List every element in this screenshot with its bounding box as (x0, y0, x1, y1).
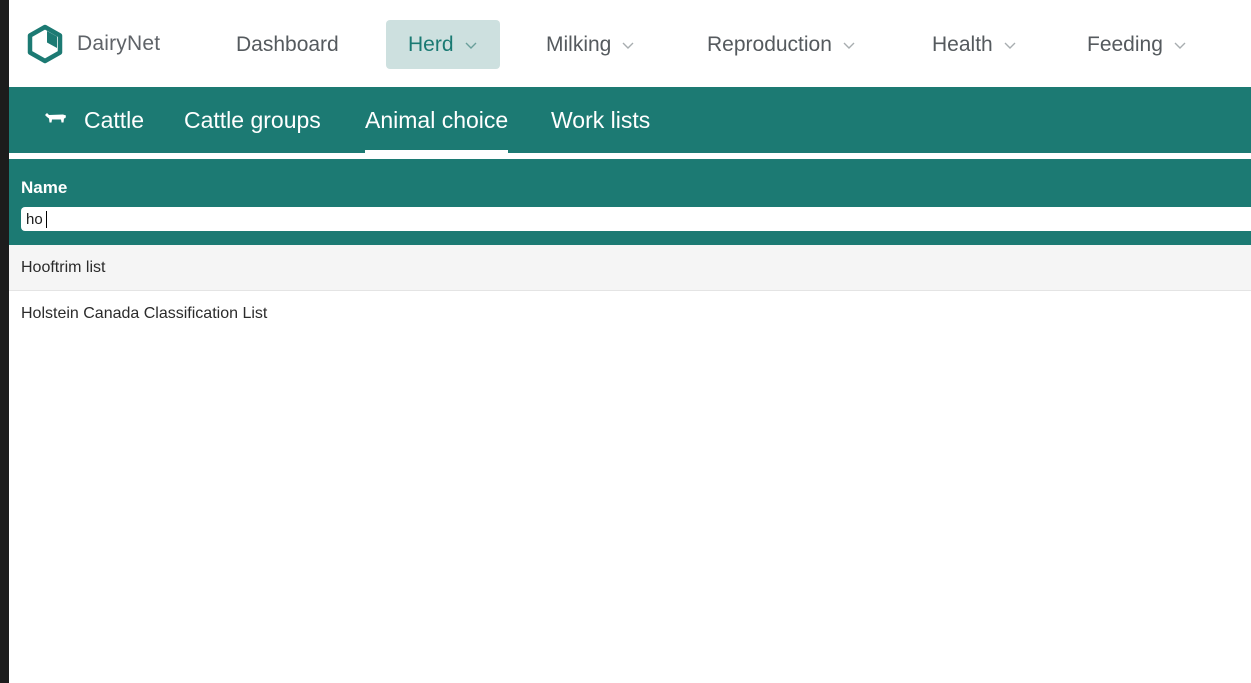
nav-feeding-label: Feeding (1087, 32, 1163, 56)
nav-herd-label: Herd (408, 32, 454, 56)
tab-divider (9, 153, 1251, 159)
list-item-label: Holstein Canada Classification List (21, 305, 268, 322)
tab-animal-choice[interactable]: Animal choice (365, 87, 509, 154)
chevron-down-icon (1174, 42, 1186, 49)
nav-dashboard[interactable]: Dashboard (236, 20, 339, 69)
chevron-down-icon (1004, 42, 1016, 49)
app-window: DairyNet Dashboard Herd Milking Reproduc… (9, 0, 1251, 683)
cow-icon (45, 113, 66, 123)
chevron-down-icon (465, 42, 477, 49)
nav-feeding[interactable]: Feeding (1087, 20, 1187, 69)
window-edge (0, 0, 9, 683)
nav-dashboard-label: Dashboard (236, 32, 339, 56)
list-item[interactable]: Holstein Canada Classification List (9, 291, 1251, 337)
tab-cattle-label: Cattle (84, 106, 145, 133)
nav-herd[interactable]: Herd (386, 20, 500, 69)
top-navigation: DairyNet Dashboard Herd Milking Reproduc… (9, 0, 1251, 87)
list-item[interactable]: Hooftrim list (9, 245, 1251, 291)
name-filter-input[interactable] (21, 207, 1251, 231)
name-column-header: Name (21, 178, 68, 197)
nav-milking-label: Milking (546, 32, 612, 56)
nav-health[interactable]: Health (932, 20, 1017, 69)
text-cursor (46, 211, 47, 228)
tab-work-lists-label: Work lists (551, 106, 651, 133)
tab-animal-choice-label: Animal choice (365, 106, 509, 133)
chevron-down-icon (622, 42, 634, 49)
nav-health-label: Health (932, 32, 993, 56)
nav-reproduction-label: Reproduction (707, 32, 832, 56)
list-item-label: Hooftrim list (21, 258, 106, 276)
dairynet-logo-icon (27, 24, 63, 64)
results-list: Hooftrim list Holstein Canada Classifica… (9, 245, 1251, 337)
tab-cattle-groups-label: Cattle groups (184, 106, 321, 133)
nav-milking[interactable]: Milking (546, 20, 635, 69)
tab-cattle-groups[interactable]: Cattle groups (184, 87, 321, 153)
chevron-down-icon (843, 42, 855, 49)
app-logo[interactable]: DairyNet (25, 24, 160, 64)
nav-reproduction[interactable]: Reproduction (707, 20, 856, 69)
tab-cattle[interactable]: Cattle (44, 87, 144, 153)
app-name: DairyNet (77, 32, 161, 55)
tab-work-lists[interactable]: Work lists (551, 87, 650, 153)
